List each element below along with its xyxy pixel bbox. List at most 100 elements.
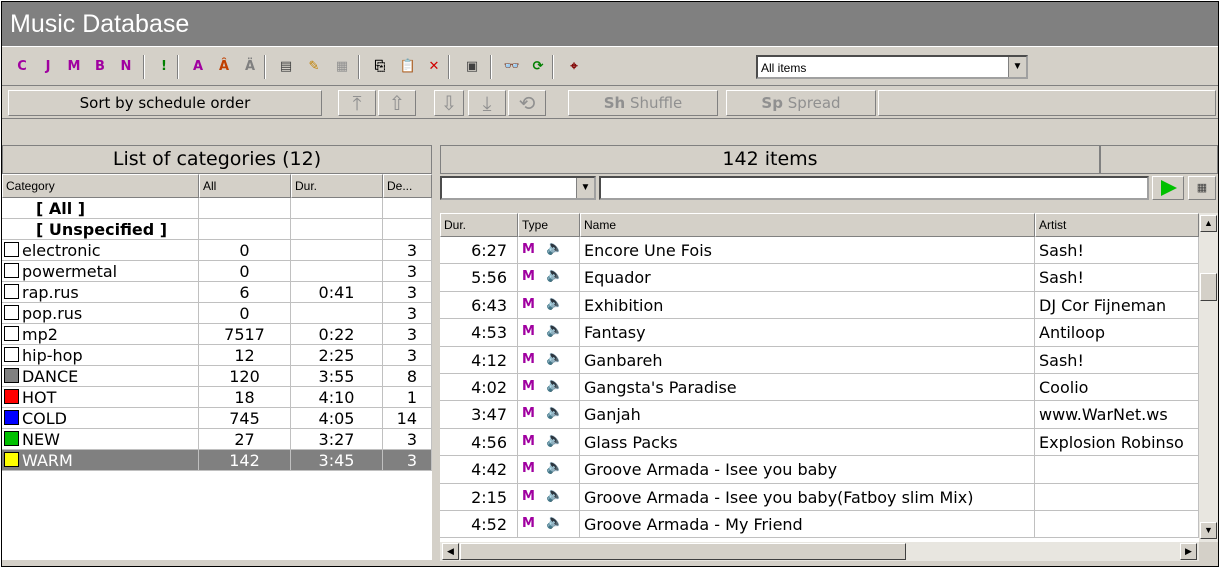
category-row[interactable]: hip-hop 12 2:25 3 [2,345,432,366]
refresh-button[interactable]: ⟳ [526,55,550,79]
col-all[interactable]: All [199,174,291,198]
item-row[interactable]: 5:56 M 🔈 Equador Sash! [440,264,1199,292]
move-top-button[interactable]: ⤒ [338,90,376,116]
item-name: Encore Une Fois [580,237,1035,265]
category-b-button[interactable]: B [88,55,112,79]
category-color-swatch[interactable] [4,284,19,299]
music-type-icon: M [522,406,535,422]
copy-button[interactable]: ⎘ [368,55,392,79]
category-row[interactable]: [ All ] [2,198,432,219]
scroll-down-icon[interactable]: ▼ [1200,522,1217,539]
category-c-button[interactable]: C [10,55,34,79]
items-horizontal-scrollbar[interactable]: ◀ ▶ [440,542,1199,561]
col-item-name[interactable]: Name [580,213,1035,237]
category-j-button[interactable]: J [36,55,60,79]
category-row[interactable]: HOT 18 4:10 1 [2,387,432,408]
sort-order-button[interactable]: Sort by schedule order [8,90,322,116]
spread-button[interactable]: Sp Spread [726,90,876,116]
hscroll-thumb[interactable] [460,543,906,560]
speaker-icon[interactable]: 🔈 [546,320,563,341]
category-row[interactable]: COLD 745 4:05 14 [2,408,432,429]
category-color-swatch[interactable] [4,431,19,446]
items-field-select[interactable]: ▼ [440,176,596,200]
speaker-icon[interactable]: 🔈 [546,375,563,396]
col-duration[interactable]: Dur. [291,174,383,198]
item-row[interactable]: 4:53 M 🔈 Fantasy Antiloop [440,319,1199,347]
tool-button[interactable]: ⌖ [562,55,586,79]
shuffle-button[interactable]: Sh Shuffle [568,90,718,116]
items-search-input[interactable] [599,176,1149,200]
category-a-button[interactable]: A [186,55,210,79]
scroll-thumb[interactable] [1200,273,1217,301]
new-item-button[interactable]: ▤ [274,55,298,79]
item-row[interactable]: 4:12 M 🔈 Ganbareh Sash! [440,346,1199,374]
items-vertical-scrollbar[interactable]: ▲ ▼ [1199,213,1218,542]
category-a2-button[interactable]: Â [212,55,236,79]
category-row[interactable]: electronic 0 3 [2,240,432,261]
category-a3-button[interactable]: Ä [238,55,262,79]
category-color-swatch[interactable] [4,305,19,320]
category-color-swatch[interactable] [4,410,19,425]
delete-button[interactable]: ✕ [422,55,446,79]
properties-disabled-button[interactable]: ▦ [330,55,354,79]
category-color-swatch[interactable] [4,389,19,404]
category-color-swatch[interactable] [4,263,19,278]
category-row[interactable]: mp2 7517 0:22 3 [2,324,432,345]
col-item-type[interactable]: Type [518,213,580,237]
priority-button[interactable]: ! [152,55,176,79]
category-n-button[interactable]: N [114,55,138,79]
speaker-icon[interactable]: 🔈 [546,457,563,478]
chevron-down-icon[interactable]: ▼ [1008,57,1026,77]
item-row[interactable]: 4:02 M 🔈 Gangsta's Paradise Coolio [440,374,1199,402]
category-color-swatch[interactable] [4,326,19,341]
item-row[interactable]: 4:42 M 🔈 Groove Armada - Isee you baby [440,456,1199,484]
category-m-button[interactable]: M [62,55,86,79]
edit-item-button[interactable]: ✎ [302,55,326,79]
category-row[interactable]: WARM 142 3:45 3 [2,450,432,471]
category-row[interactable]: NEW 27 3:27 3 [2,429,432,450]
speaker-icon[interactable]: 🔈 [546,238,563,259]
item-row[interactable]: 6:27 M 🔈 Encore Une Fois Sash! [440,237,1199,265]
category-color-swatch[interactable] [4,242,19,257]
category-row[interactable]: rap.rus 6 0:41 3 [2,282,432,303]
col-category[interactable]: Category [2,174,199,198]
move-bottom-button[interactable]: ⤓ [468,90,506,116]
scroll-right-icon[interactable]: ▶ [1180,543,1197,560]
calculator-button[interactable]: ▦ [1188,176,1216,200]
category-row[interactable]: powermetal 0 3 [2,261,432,282]
category-color-swatch[interactable] [4,368,19,383]
speaker-icon[interactable]: 🔈 [546,348,563,369]
col-item-artist[interactable]: Artist [1035,213,1199,237]
move-up-button[interactable]: ⇧ [378,90,416,116]
move-down-button[interactable]: ⇩ [434,90,464,116]
item-row[interactable]: 4:52 M 🔈 Groove Armada - My Friend [440,511,1199,539]
scroll-left-icon[interactable]: ◀ [442,543,459,560]
loop-button[interactable]: ⟲ [508,90,546,116]
item-row[interactable]: 4:56 M 🔈 Glass Packs Explosion Robinso [440,428,1199,457]
paste-button[interactable]: 📋 [396,55,420,79]
category-row[interactable]: DANCE 120 3:55 8 [2,366,432,387]
col-item-duration[interactable]: Dur. [440,213,518,237]
speaker-icon[interactable]: 🔈 [546,402,563,423]
speaker-icon[interactable]: 🔈 [546,265,563,286]
category-color-swatch[interactable] [4,452,19,467]
filter-select[interactable]: All items ▼ [756,55,1028,79]
category-row[interactable]: [ Unspecified ] [2,219,432,240]
category-row[interactable]: pop.rus 0 3 [2,303,432,324]
item-type: M 🔈 [518,319,580,347]
category-color-swatch[interactable] [4,347,19,362]
item-row[interactable]: 2:15 M 🔈 Groove Armada - Isee you baby(Fatb… [440,483,1199,511]
speaker-icon[interactable]: 🔈 [546,485,563,506]
chevron-down-icon[interactable]: ▼ [576,178,594,198]
spread-label: Spread [787,94,841,112]
scroll-up-icon[interactable]: ▲ [1200,215,1217,232]
settings-button[interactable]: ▣ [460,55,484,79]
item-row[interactable]: 6:43 M 🔈 Exhibition DJ Cor Fijneman [440,291,1199,320]
speaker-icon[interactable]: 🔈 [546,293,563,314]
play-button[interactable] [1152,176,1184,200]
col-de[interactable]: De... [383,174,432,198]
find-button[interactable]: 👓 [500,55,524,79]
speaker-icon[interactable]: 🔈 [546,430,563,451]
item-row[interactable]: 3:47 M 🔈 Ganjah www.WarNet.ws [440,401,1199,429]
speaker-icon[interactable]: 🔈 [546,512,563,533]
